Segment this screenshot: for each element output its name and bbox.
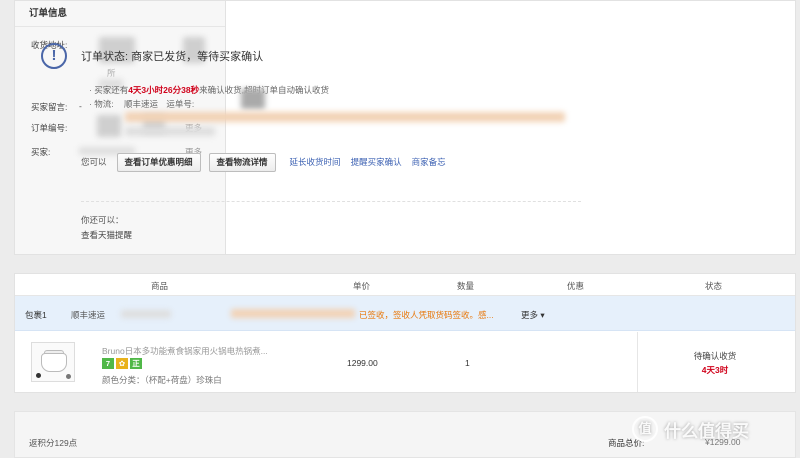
service-badges: 7 ✿ 正 bbox=[102, 358, 142, 369]
product-quantity: 1 bbox=[465, 358, 470, 368]
item-status: 待确认收货 bbox=[693, 351, 737, 361]
status-divider bbox=[637, 332, 638, 392]
also-label: 你还可以： bbox=[81, 215, 124, 225]
tmall-reminder-link[interactable]: 查看天猫提醒 bbox=[81, 229, 132, 241]
logistics-tracking-label: 运单号: bbox=[166, 99, 195, 109]
seven-day-return-badge: 7 bbox=[102, 358, 114, 369]
action-bar: 您可以 查看订单优惠明细 查看物流详情 延长收货时间 提醒买家确认 商家备忘 bbox=[81, 152, 450, 172]
accessory-dot bbox=[66, 374, 71, 379]
extend-receipt-link[interactable]: 延长收货时间 bbox=[290, 156, 341, 168]
actions-label: 您可以 bbox=[81, 157, 107, 167]
package-tracking-text: 已签收，签收人凭取货码签收。感... bbox=[359, 310, 494, 320]
logistics-line: · 物流: 顺丰速运 运单号: bbox=[89, 98, 194, 110]
order-status-card: 订单信息 收货地址: 所 买家留言: - 订单编号: 更多 买家: 更多 ! 订… bbox=[14, 0, 796, 255]
countdown-value: 4天3小时26分38秒 bbox=[128, 85, 200, 95]
logistics-carrier: 顺丰速运 bbox=[123, 99, 158, 109]
package-name: 包裹1 bbox=[25, 310, 47, 320]
merchant-note-link[interactable]: 商家备忘 bbox=[412, 156, 446, 168]
order-info-heading: 订单信息 bbox=[15, 1, 225, 27]
buyer-label: 买家: bbox=[31, 147, 51, 157]
message-value: - bbox=[79, 101, 82, 111]
accessory-dot bbox=[36, 373, 41, 378]
package-more-label: 更多 bbox=[521, 310, 539, 320]
logistics-redacted-line bbox=[125, 112, 565, 122]
product-thumbnail[interactable] bbox=[31, 342, 75, 382]
order-number-redacted bbox=[97, 115, 121, 137]
remind-buyer-link[interactable]: 提醒买家确认 bbox=[351, 156, 402, 168]
package-carrier: 顺丰速运 bbox=[71, 310, 106, 320]
package-row: 包裹1 顺丰速运 已签收，签收人凭取货码签收。感... 更多 ▾ bbox=[15, 296, 795, 331]
pot-shape bbox=[41, 353, 67, 372]
reward-points: 返积分129点 bbox=[29, 438, 78, 448]
product-variant: 颜色分类：（杯配+荷盘）珍珠白 bbox=[102, 375, 222, 385]
watermark-text: 什么值得买 bbox=[664, 421, 749, 441]
order-status-title: 订单状态: 商家已发货，等待买家确认 bbox=[81, 51, 264, 63]
table-header: 商品 单价 数量 优惠 状态 bbox=[15, 274, 795, 296]
view-logistics-button[interactable]: 查看物流详情 bbox=[208, 152, 276, 172]
logistics-redacted-block bbox=[241, 89, 265, 109]
view-discount-detail-button[interactable]: 查看订单优惠明细 bbox=[116, 152, 201, 172]
logistics-prefix: · 物流: bbox=[89, 99, 114, 109]
exclamation-circle-icon: ! bbox=[41, 43, 67, 69]
item-status-time: 4天3时 bbox=[701, 365, 729, 375]
col-status: 状态 bbox=[705, 281, 723, 291]
product-title-link[interactable]: Bruno日本多功能煮食锅家用火锅电热锅煮... bbox=[102, 345, 268, 357]
genuine-badge: 正 bbox=[130, 358, 142, 369]
message-label: 买家留言: bbox=[31, 102, 68, 112]
product-row: Bruno日本多功能煮食锅家用火锅电热锅煮... 7 ✿ 正 颜色分类：（杯配+… bbox=[15, 332, 795, 392]
package-more-link[interactable]: 更多 ▾ bbox=[521, 309, 545, 321]
order-number-label: 订单编号: bbox=[31, 123, 68, 133]
divider bbox=[81, 201, 581, 202]
product-price: 1299.00 bbox=[347, 358, 378, 368]
package-tracking-redacted bbox=[121, 310, 171, 318]
col-price: 单价 bbox=[353, 281, 371, 291]
countdown-prefix: · 买家还有 bbox=[89, 85, 129, 95]
col-product: 商品 bbox=[151, 281, 169, 291]
col-discount: 优惠 bbox=[567, 281, 585, 291]
guarantee-badge: ✿ bbox=[116, 358, 128, 369]
product-table: 商品 单价 数量 优惠 状态 包裹1 顺丰速运 已签收，签收人凭取货码签收。感.… bbox=[14, 273, 796, 393]
logistics-redacted-line-2 bbox=[125, 127, 215, 136]
watermark-logo-icon: 值 bbox=[632, 416, 658, 442]
address-fragment: 所 bbox=[107, 68, 116, 78]
site-watermark: 值 什么值得买 bbox=[632, 416, 749, 442]
confirm-countdown-line: · 买家还有4天3小时26分38秒来确认收货,超时订单自动确认收货 bbox=[89, 84, 329, 96]
package-status-redacted bbox=[231, 309, 355, 318]
col-qty: 数量 bbox=[457, 281, 475, 291]
